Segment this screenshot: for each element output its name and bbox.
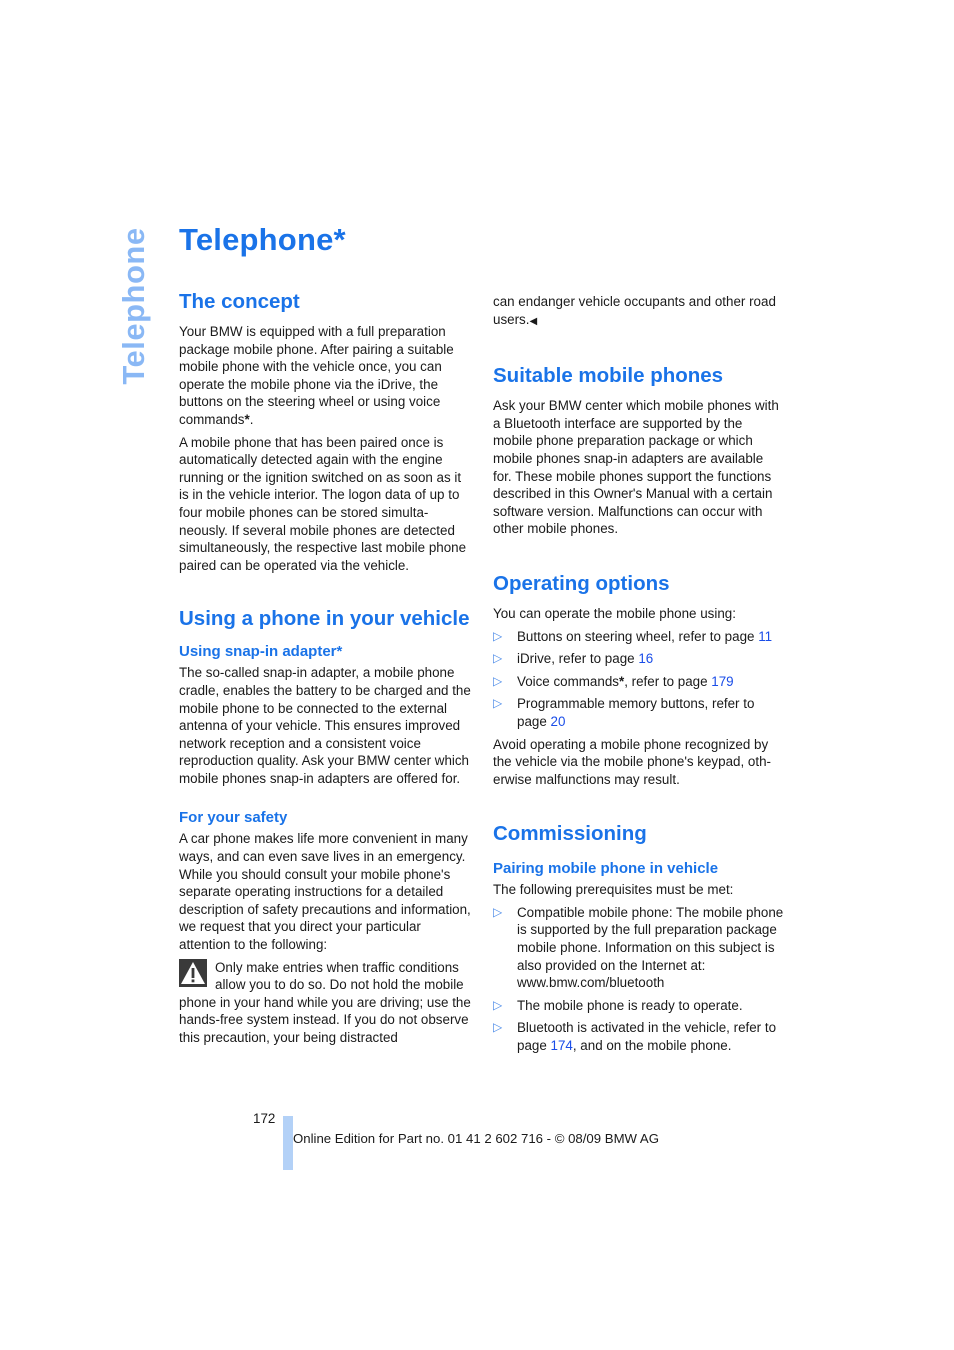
heading-for-your-safety: For your safety — [179, 809, 288, 827]
page-link[interactable]: 179 — [711, 674, 733, 689]
warning-continuation: can endanger vehicle occupants and other… — [493, 294, 776, 327]
page-title: Telephone* — [179, 222, 346, 257]
list-item: ▷ Voice commands*, refer to page 179 — [493, 673, 734, 689]
operating-intro: You can operate the mobile phone using: — [493, 605, 736, 621]
bullet-arrow-icon: ▷ — [493, 997, 503, 1012]
right-column: can endanger vehicle occupants and other… — [493, 293, 785, 1060]
list-item: ▷ The mobile phone is ready to operate. — [493, 997, 743, 1013]
bullet-arrow-icon: ▷ — [493, 628, 503, 643]
list-item: ▷ Programmable memory buttons, refer to p… — [493, 696, 755, 729]
heading-pairing-mobile-phone: Pairing mobile phone in vehicle — [493, 860, 719, 878]
list-item: ▷ Compatible mobile phone: The mobile pho… — [493, 904, 784, 991]
page-link[interactable]: 11 — [758, 629, 772, 644]
warning-icon — [179, 958, 207, 987]
page-link[interactable]: 174 — [551, 1038, 573, 1053]
bullet-arrow-icon: ▷ — [493, 1020, 503, 1035]
suitable-paragraph: Ask your BMW center which mobile phones … — [493, 398, 779, 537]
heading-using-phone: Using a phone in your vehicle — [179, 607, 470, 631]
list-item: ▷ Buttons on steering wheel, refer to pag… — [493, 628, 773, 644]
concept-paragraph-1: Your BMW is equipped with a full prepara… — [179, 324, 454, 427]
warning-text: Only make entries when traffic condition… — [179, 959, 471, 1045]
concept-paragraph-2: A mobile phone that has been paired once… — [179, 434, 467, 573]
heading-the-concept: The concept — [179, 290, 300, 313]
operating-list: ▷ Buttons on steering wheel, refer to pag… — [493, 628, 785, 731]
page-number: 172 — [253, 1111, 276, 1126]
heading-snap-in-adapter: Using snap-in adapter* — [179, 643, 343, 661]
page-link[interactable]: 20 — [551, 714, 566, 729]
left-column: The concept Your BMW is equipped with a … — [179, 290, 471, 1047]
heading-suitable-mobile-phones: Suitable mobile phones — [493, 364, 724, 388]
safety-paragraph: A car phone makes life more convenient i… — [179, 831, 471, 953]
commissioning-intro: The following prerequisites must be met: — [493, 882, 734, 898]
bullet-arrow-icon: ▷ — [493, 651, 503, 666]
prerequisites-list: ▷ Compatible mobile phone: The mobile pho… — [493, 904, 785, 1055]
bullet-arrow-icon: ▷ — [493, 696, 503, 711]
list-item: ▷ iDrive, refer to page 16 — [493, 651, 654, 667]
snap-in-paragraph: The so-called snap-in adapter, a mobile … — [179, 665, 471, 786]
operating-note: Avoid operating a mobile phone recognize… — [493, 736, 771, 787]
footer-edition: Online Edition for Part no. 01 41 2 602 … — [293, 1131, 659, 1146]
footer-accent-bar — [283, 1116, 293, 1170]
heading-operating-options: Operating options — [493, 571, 670, 595]
heading-commissioning: Commissioning — [493, 822, 647, 846]
page-link[interactable]: 16 — [638, 651, 653, 666]
warning-note: Only make entries when traffic condition… — [179, 958, 471, 1047]
end-mark-icon: ◀ — [529, 315, 538, 327]
bullet-arrow-icon: ▷ — [493, 904, 503, 919]
side-tab: Telephone — [114, 227, 154, 385]
bullet-arrow-icon: ▷ — [493, 673, 503, 688]
list-item: ▷ Bluetooth is activated in the vehicle, … — [493, 1020, 777, 1054]
side-tab-label: Telephone — [116, 227, 151, 385]
